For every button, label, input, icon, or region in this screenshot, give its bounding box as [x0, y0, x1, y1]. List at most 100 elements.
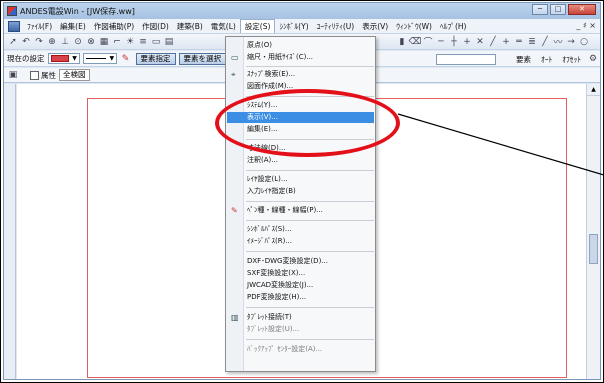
- redo-icon[interactable]: ↷: [33, 36, 45, 48]
- select-tool-icon[interactable]: ➚: [7, 36, 19, 48]
- close-button[interactable]: ✕: [568, 4, 596, 15]
- title-bar: ANDES電設Win - [JW保存.ww] ─ □ ✕: [4, 3, 600, 19]
- menu-item-image-path[interactable]: ｲﾒｰｼﾞﾊﾟｽ(R)...: [227, 236, 374, 247]
- app-logo-icon: [7, 6, 17, 16]
- symbol-tool-icon[interactable]: ⊕: [46, 36, 58, 48]
- menu-architecture[interactable]: 建築(B): [173, 20, 207, 33]
- menu-symbol[interactable]: ｼﾝﾎﾞﾙ(Y): [275, 20, 312, 33]
- menu-item-label: 縮尺・用紙ｻｲｽﾞ(C)...: [247, 53, 314, 61]
- attribute-checkbox[interactable]: [30, 70, 39, 80]
- erase-tool-icon[interactable]: ⌫: [409, 36, 422, 48]
- menu-electric[interactable]: 電気(L): [207, 20, 240, 33]
- settings-gear-icon[interactable]: ⚙: [587, 53, 599, 65]
- menu-item-label: 入力ﾚｲﾔ指定(B): [247, 187, 296, 195]
- linetype-combo[interactable]: ▼: [82, 53, 117, 64]
- mdi-controls[interactable]: _ ♯ ×: [576, 21, 596, 30]
- menu-settings[interactable]: 設定(S): [239, 19, 276, 33]
- menu-item-backup-center: ﾊﾞｯｸｱｯﾌﾟ ｾﾝﾀｰ設定(A)...: [227, 344, 374, 355]
- menu-item-scale-paper[interactable]: ▭ 縮尺・用紙ｻｲｽﾞ(C)...: [227, 52, 374, 63]
- scale-icon: ▭: [231, 53, 239, 62]
- element-select-button[interactable]: 要素を選択: [178, 52, 226, 65]
- menu-item-snap-search[interactable]: ⌖ ｽﾅｯﾌﾟ検索(E)...: [227, 69, 374, 80]
- menu-item-label: PDF変換設定(H)...: [247, 293, 307, 301]
- color-swatch: [50, 55, 69, 62]
- menu-item-symbol-path[interactable]: ｼﾝﾎﾞﾙﾊﾟｽ(S)...: [227, 224, 374, 235]
- wiring-tool-icon[interactable]: ⊥: [59, 36, 71, 48]
- vertical-scrollbar[interactable]: ▲: [586, 84, 600, 379]
- menu-item-label: ｼﾝﾎﾞﾙﾊﾟｽ(S)...: [247, 225, 292, 233]
- element-spec-button[interactable]: 要素指定: [135, 52, 176, 65]
- menu-item-layer-settings[interactable]: ﾚｲﾔ設定(L)...: [227, 174, 374, 185]
- menu-item-label: ﾚｲﾔ設定(L)...: [247, 175, 288, 183]
- maximize-button[interactable]: □: [550, 4, 566, 15]
- plus2-tool-icon[interactable]: +: [500, 36, 512, 48]
- linetype-preview: [85, 58, 107, 59]
- menu-draw[interactable]: 作図(D): [138, 20, 173, 33]
- rect-tool-icon[interactable]: ▭: [150, 36, 162, 48]
- attribute-label: 属性: [41, 70, 56, 80]
- menu-item-pen-line[interactable]: ✎ ﾍﾟﾝ種・線種・線幅(P)...: [227, 205, 374, 216]
- color-combo[interactable]: ▼: [47, 53, 80, 64]
- menu-item-sxf[interactable]: SXF変換設定(X)...: [227, 268, 374, 279]
- menu-item-jwcad[interactable]: JWCAD変換設定(J)...: [227, 280, 374, 291]
- scroll-thumb[interactable]: [589, 234, 598, 264]
- offset-label[interactable]: ｵﾌｾｯﾄ: [562, 54, 581, 65]
- menu-view[interactable]: 表示(V): [358, 20, 392, 33]
- line-tool-icon[interactable]: ≡: [137, 36, 149, 48]
- document-icon[interactable]: [8, 20, 20, 32]
- bars-tool-icon[interactable]: ≣: [526, 36, 538, 48]
- menu-window[interactable]: ｳｨﾝﾄﾞｳ(W): [392, 20, 436, 33]
- arc-tool-icon[interactable]: ⌒: [422, 36, 434, 48]
- circle-tool-icon[interactable]: ○: [578, 36, 590, 48]
- menu-item-label: 注釈(A)...: [247, 156, 278, 164]
- menu-file[interactable]: ﾌｧｲﾙ(F): [23, 20, 56, 33]
- element-label[interactable]: 要素: [516, 54, 531, 65]
- minimize-button[interactable]: ─: [532, 4, 548, 15]
- outlet-tool-icon[interactable]: ⊙: [72, 36, 84, 48]
- menu-separator: [246, 66, 374, 67]
- double-line-tool-icon[interactable]: ═: [513, 36, 525, 48]
- pen-icon[interactable]: ✎: [120, 53, 132, 65]
- menu-item-label: ﾍﾟﾝ種・線種・線幅(P)...: [247, 206, 323, 214]
- arrow-tool-icon[interactable]: →: [565, 36, 577, 48]
- snap-input[interactable]: [436, 53, 496, 65]
- menu-item-label: DXF･DWG変換設定(D)...: [247, 257, 328, 265]
- chevron-down-icon: ▼: [109, 55, 115, 62]
- cross-tool-icon[interactable]: ┼: [448, 36, 460, 48]
- panel-tool-icon[interactable]: ▦: [98, 36, 110, 48]
- snap-icon: ⌖: [231, 70, 236, 79]
- undo-icon[interactable]: ↶: [20, 36, 32, 48]
- menu-item-label: ﾊﾞｯｸｱｯﾌﾟ ｾﾝﾀｰ設定(A)...: [247, 345, 323, 353]
- menu-help[interactable]: ﾍﾙﾌﾟ(H): [436, 20, 471, 33]
- menu-item-dxf-dwg[interactable]: DXF･DWG変換設定(D)...: [227, 256, 374, 267]
- menu-separator: [246, 220, 374, 221]
- grid-tool-icon[interactable]: ▤: [163, 36, 175, 48]
- menu-utility[interactable]: ﾕｰﾃｨﾘﾃｨ(U): [313, 20, 359, 33]
- wave-tool-icon[interactable]: 〰: [552, 36, 564, 48]
- menu-item-input-layer[interactable]: 入力ﾚｲﾔ指定(B): [227, 186, 374, 197]
- fill-tool-icon[interactable]: ▮: [396, 36, 408, 48]
- xmark-tool-icon[interactable]: ✕: [474, 36, 486, 48]
- menu-item-origin[interactable]: 原点(O): [227, 40, 374, 51]
- left-tool-strip: [4, 84, 16, 379]
- device-tool-icon[interactable]: ⊗: [85, 36, 97, 48]
- hline-tool-icon[interactable]: ─: [435, 36, 447, 48]
- menu-draw-assist[interactable]: 作図補助(P): [90, 20, 138, 33]
- slash-tool-icon[interactable]: ╱: [487, 36, 499, 48]
- scroll-up-arrow-icon[interactable]: ▲: [587, 84, 600, 96]
- menu-item-tablet-connect[interactable]: ▥ ﾀﾌﾞﾚｯﾄ接続(T): [227, 312, 374, 323]
- full-view-tab[interactable]: 全検図: [59, 69, 90, 81]
- window-title: ANDES電設Win - [JW保存.ww]: [20, 6, 135, 16]
- view-icon[interactable]: ▣: [7, 69, 19, 81]
- menu-item-label: JWCAD変換設定(J)...: [247, 281, 314, 289]
- menu-edit[interactable]: 編集(E): [56, 20, 90, 33]
- auto-label[interactable]: ｵｰﾄ: [541, 54, 552, 65]
- menu-item-tablet-settings: ﾀﾌﾞﾚｯﾄ設定(U)...: [227, 324, 374, 335]
- settings-dropdown-menu: 原点(O) ▭ 縮尺・用紙ｻｲｽﾞ(C)... ⌖ ｽﾅｯﾌﾟ検索(E)... 図面…: [225, 36, 376, 372]
- highlight-callout-ellipse: [215, 89, 400, 157]
- corner-tool-icon[interactable]: ⌐: [111, 36, 123, 48]
- plus-tool-icon[interactable]: +: [461, 36, 473, 48]
- menu-item-pdf[interactable]: PDF変換設定(H)...: [227, 292, 374, 303]
- diagonal-tool-icon[interactable]: ╱: [539, 36, 551, 48]
- light-tool-icon[interactable]: ☀: [124, 36, 136, 48]
